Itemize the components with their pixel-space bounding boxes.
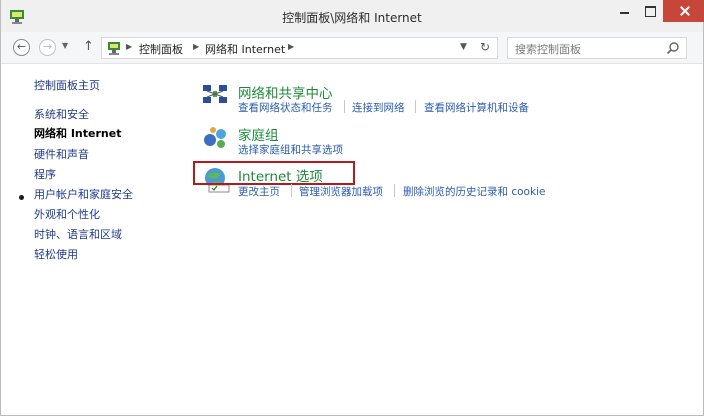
control-panel-icon (108, 42, 120, 55)
sidebar: 控制面板主页 系统和安全 网络和 Internet 硬件和声音 程序 用户帐户和… (1, 65, 181, 415)
sidebar-item-system-security[interactable]: 系统和安全 (34, 106, 89, 122)
sidebar-item-user-accounts[interactable]: 用户帐户和家庭安全 (34, 186, 133, 202)
link-separator (394, 184, 395, 197)
search-input[interactable]: 搜索控制面板 (515, 41, 581, 57)
address-toolbar: ← → ▼ ↑ ▶ 控制面板 ▶ 网络和 Internet ▶ ▼ ↻ 搜索控制… (1, 32, 703, 64)
link-separator (415, 100, 416, 113)
close-button[interactable] (663, 0, 704, 22)
link-separator (344, 100, 345, 113)
address-bar[interactable]: ▶ 控制面板 ▶ 网络和 Internet ▶ ▼ ↻ (101, 37, 498, 59)
breadcrumb-separator-icon[interactable]: ▶ (126, 42, 132, 51)
link-view-network-status[interactable]: 查看网络状态和任务 (238, 100, 333, 115)
link-delete-browsing-history[interactable]: 删除浏览的历史记录和 cookie (403, 184, 545, 199)
address-dropdown-icon[interactable]: ▼ (460, 42, 467, 52)
breadcrumb-control-panel[interactable]: 控制面板 (139, 41, 183, 57)
back-button[interactable]: ← (13, 39, 30, 56)
link-connect-to-network[interactable]: 连接到网络 (352, 100, 405, 115)
recent-locations-dropdown[interactable]: ▼ (62, 41, 68, 50)
link-change-home-page[interactable]: 更改主页 (238, 184, 280, 199)
sidebar-item-appearance[interactable]: 外观和个性化 (34, 206, 100, 222)
breadcrumb-separator-icon[interactable]: ▶ (288, 42, 294, 51)
sidebar-item-clock-language[interactable]: 时钟、语言和区域 (34, 226, 122, 242)
control-panel-window: 控制面板\网络和 Internet ← → ▼ ↑ ▶ 控制面板 ▶ 网络和 I… (0, 0, 704, 416)
highlight-box (193, 161, 355, 185)
maximize-button[interactable] (637, 0, 663, 22)
network-sharing-icon[interactable] (201, 82, 231, 108)
refresh-icon[interactable]: ↻ (480, 40, 490, 54)
sidebar-item-network-internet[interactable]: 网络和 Internet (34, 125, 121, 141)
category-title-network-sharing[interactable]: 网络和共享中心 (238, 82, 333, 102)
breadcrumb-network-internet[interactable]: 网络和 Internet (205, 41, 285, 57)
link-choose-homegroup-options[interactable]: 选择家庭组和共享选项 (238, 142, 343, 157)
search-icon[interactable] (666, 41, 680, 55)
active-bullet-icon (19, 195, 24, 200)
up-button[interactable]: ↑ (83, 39, 94, 54)
sidebar-item-ease-of-access[interactable]: 轻松使用 (34, 246, 78, 262)
minimize-button[interactable] (611, 0, 637, 22)
search-box[interactable]: 搜索控制面板 (507, 37, 687, 59)
sidebar-item-control-panel-home[interactable]: 控制面板主页 (34, 77, 100, 93)
category-title-homegroup[interactable]: 家庭组 (238, 124, 279, 144)
link-view-network-computers[interactable]: 查看网络计算机和设备 (424, 100, 529, 115)
sidebar-item-hardware-sound[interactable]: 硬件和声音 (34, 146, 89, 162)
homegroup-icon[interactable] (201, 124, 231, 150)
forward-button[interactable]: → (39, 39, 56, 56)
link-manage-browser-addons[interactable]: 管理浏览器加载项 (299, 184, 383, 199)
breadcrumb-separator-icon[interactable]: ▶ (193, 42, 199, 51)
title-bar[interactable]: 控制面板\网络和 Internet (1, 0, 704, 32)
window-title: 控制面板\网络和 Internet (282, 11, 422, 25)
link-separator (291, 184, 292, 197)
sidebar-item-programs[interactable]: 程序 (34, 166, 56, 182)
